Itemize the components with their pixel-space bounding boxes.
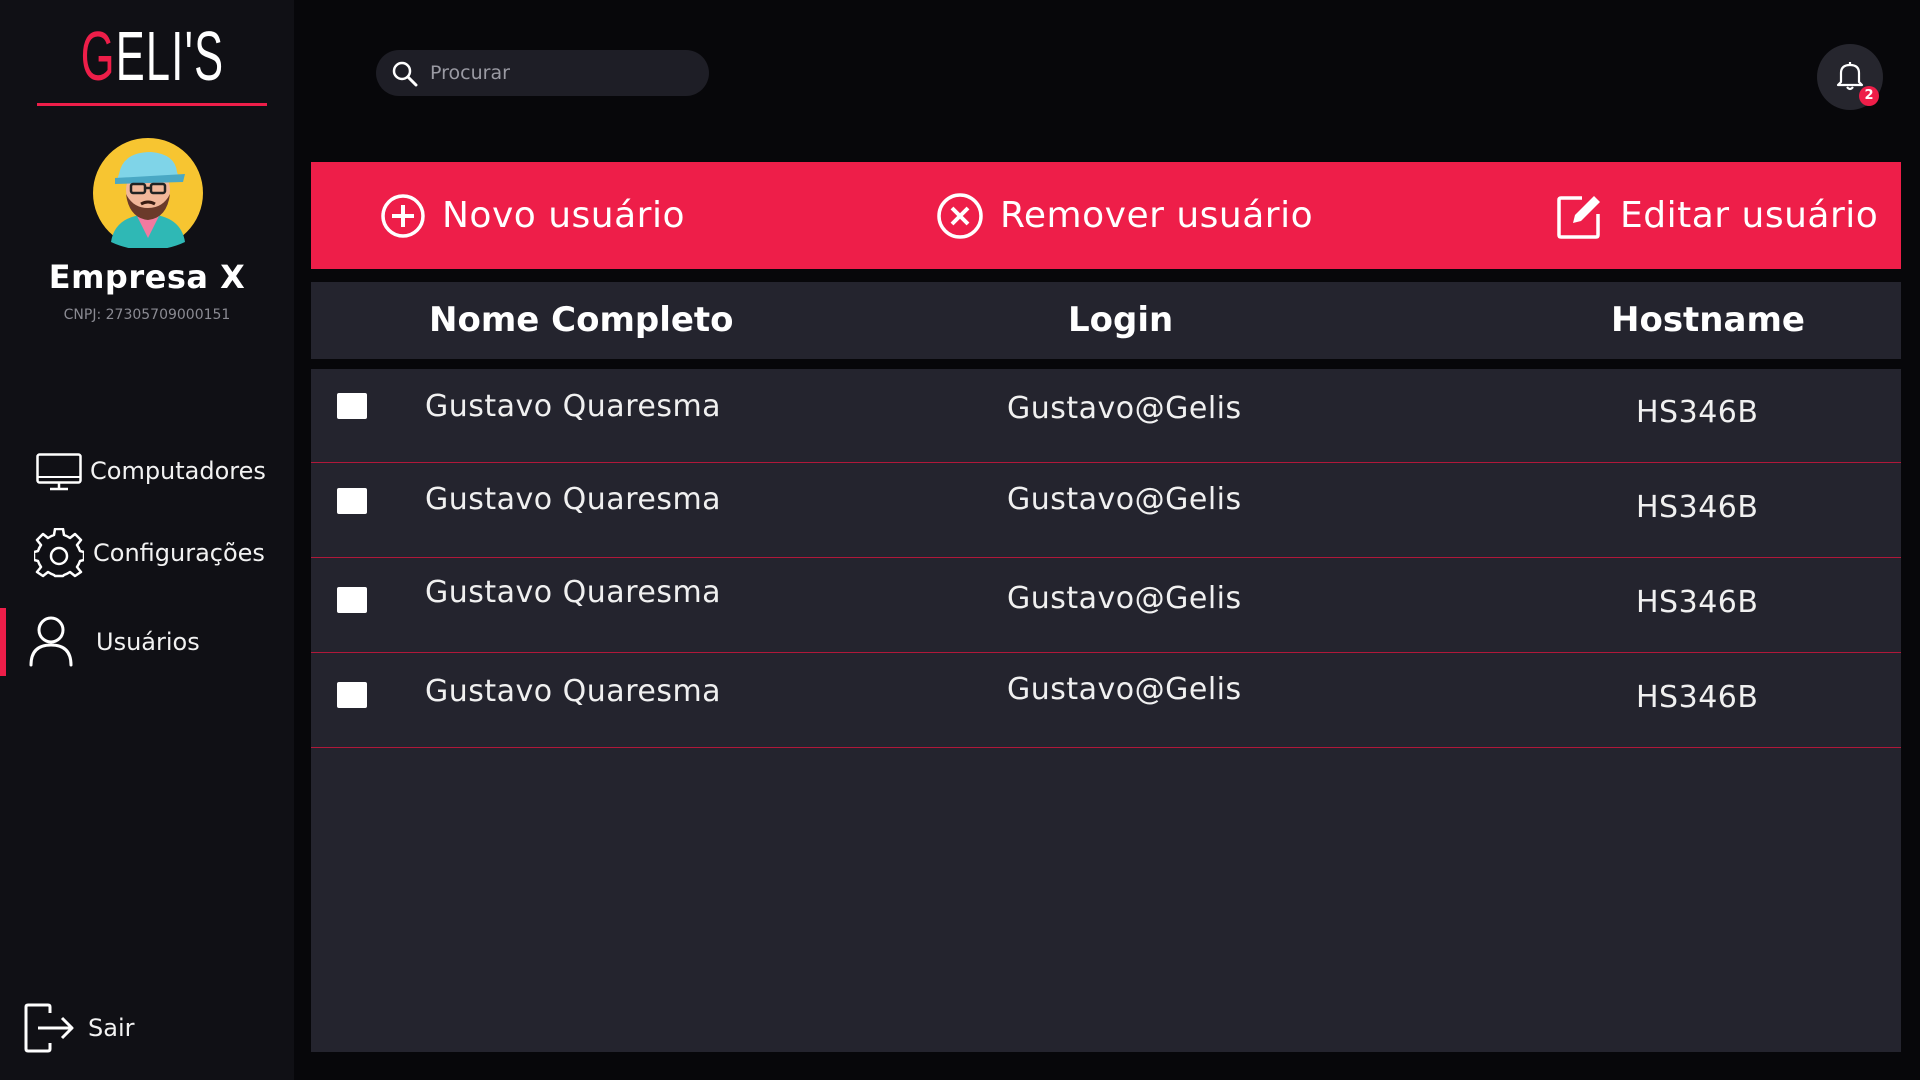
user-icon (29, 616, 73, 667)
company-cnpj: CNPJ: 27305709000151 (63, 307, 231, 323)
row-checkbox[interactable] (337, 488, 367, 514)
cell-hostname: HS346B (1636, 585, 1759, 620)
row-checkbox[interactable] (337, 393, 367, 419)
edit-icon (1557, 195, 1600, 239)
cell-hostname: HS346B (1636, 680, 1759, 715)
company-avatar (93, 138, 203, 248)
x-circle-icon (937, 192, 983, 239)
sidebar-item-computadores[interactable]: Computadores (0, 438, 294, 504)
sidebar-item-configuracoes[interactable]: Configurações (0, 520, 294, 586)
remove-user-button[interactable]: Remover usuário (936, 162, 1313, 269)
table-body: Gustavo Quaresma Gustavo@Gelis HS346B Gu… (311, 369, 1901, 1052)
table-row[interactable]: Gustavo Quaresma Gustavo@Gelis HS346B (311, 464, 1901, 558)
sidebar-item-label: Usuários (96, 628, 200, 656)
cell-login: Gustavo@Gelis (1007, 581, 1242, 616)
company-name: Empresa X (48, 258, 246, 296)
column-header-hostname[interactable]: Hostname (1611, 282, 1805, 359)
gear-icon (34, 528, 84, 578)
column-header-name[interactable]: Nome Completo (429, 282, 734, 359)
table-header: Nome Completo Login Hostname (311, 282, 1901, 359)
cell-name: Gustavo Quaresma (425, 389, 722, 424)
logo-divider (37, 103, 267, 106)
bell-icon (1836, 62, 1864, 91)
search-input[interactable] (430, 56, 690, 90)
sidebar-item-label: Computadores (90, 457, 266, 485)
action-bar: Novo usuário Remover usuário Editar usuá… (311, 162, 1901, 269)
remove-user-label: Remover usuário (1000, 195, 1314, 236)
logout-label: Sair (88, 1014, 135, 1042)
row-checkbox[interactable] (337, 587, 367, 613)
cell-name: Gustavo Quaresma (425, 575, 722, 610)
cell-hostname: HS346B (1636, 490, 1759, 525)
sidebar: GELI'S Empresa X CNPJ: 27305709000151 Co… (0, 0, 294, 1080)
new-user-button[interactable]: Novo usuário (380, 162, 685, 269)
column-header-login[interactable]: Login (1068, 282, 1173, 359)
new-user-label: Novo usuário (442, 195, 686, 236)
plus-circle-icon (381, 193, 425, 238)
cell-name: Gustavo Quaresma (425, 482, 722, 517)
sidebar-item-usuarios[interactable]: Usuários (0, 609, 294, 675)
cell-name: Gustavo Quaresma (425, 674, 722, 709)
monitor-icon (36, 453, 82, 491)
row-checkbox[interactable] (337, 682, 367, 708)
edit-user-label: Editar usuário (1620, 195, 1879, 236)
cell-login: Gustavo@Gelis (1007, 672, 1242, 707)
users-table: Nome Completo Login Hostname Gustavo Qua… (311, 282, 1901, 1052)
notification-badge: 2 (1859, 86, 1879, 106)
search-bar[interactable] (376, 50, 709, 96)
table-row[interactable]: Gustavo Quaresma Gustavo@Gelis HS346B (311, 369, 1901, 463)
table-row[interactable]: Gustavo Quaresma Gustavo@Gelis HS346B (311, 559, 1901, 653)
cell-login: Gustavo@Gelis (1007, 482, 1242, 517)
logout-icon (24, 1003, 74, 1053)
logout-button[interactable]: Sair (0, 995, 294, 1061)
sidebar-item-label: Configurações (93, 539, 265, 567)
table-row[interactable]: Gustavo Quaresma Gustavo@Gelis HS346B (311, 654, 1901, 748)
search-icon (392, 61, 418, 87)
cell-login: Gustavo@Gelis (1007, 391, 1242, 426)
cell-hostname: HS346B (1636, 395, 1759, 430)
notifications-button[interactable]: 2 (1817, 44, 1883, 110)
app-logo: GELI'S (80, 17, 225, 95)
edit-user-button[interactable]: Editar usuário (1556, 162, 1878, 269)
